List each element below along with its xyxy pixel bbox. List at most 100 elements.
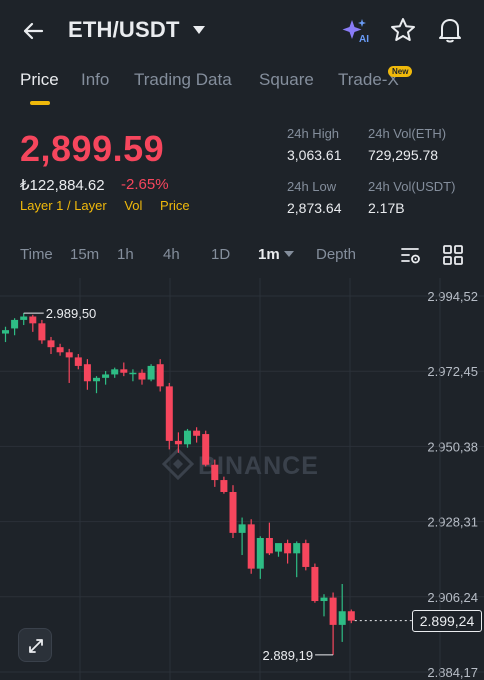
caret-down-icon[interactable]	[284, 250, 294, 258]
candle	[147, 364, 155, 382]
tab-info[interactable]: Info	[81, 70, 109, 90]
candle	[2, 326, 9, 343]
candle-body	[65, 352, 73, 358]
candle-body	[20, 316, 28, 320]
candle	[93, 376, 100, 394]
candle	[174, 432, 182, 453]
top-bar: ETH/USDT AI	[0, 0, 484, 62]
low-marker-label: 2.889,19	[262, 648, 313, 663]
caret-down-icon[interactable]	[192, 24, 206, 36]
fullscreen-button[interactable]	[18, 628, 52, 662]
candle-body	[156, 364, 164, 387]
tab-price[interactable]: Price	[20, 70, 59, 90]
candlestick-chart[interactable]: 2.994,52 2.972,45 2.950,38 2.928,31 2.906,24…	[0, 278, 484, 680]
interval-time[interactable]: Time	[20, 246, 53, 263]
y-tick-label: 2.906,24	[427, 590, 478, 605]
candle	[247, 519, 255, 574]
high-marker-label: 2.989,50	[46, 306, 97, 321]
candle-body	[238, 524, 246, 533]
candle	[347, 609, 355, 624]
candle	[202, 430, 210, 467]
interval-1m[interactable]: 1m	[258, 246, 280, 263]
candle	[284, 539, 292, 564]
candle	[102, 371, 110, 385]
star-icon[interactable]	[390, 17, 416, 43]
stat-value: 3,063.61	[287, 147, 342, 163]
candle	[11, 318, 19, 336]
current-price-tag: 2.899,24	[412, 609, 482, 632]
tag-vol[interactable]: Vol	[124, 198, 142, 213]
binance-watermark: BINANCE	[161, 447, 318, 481]
candle	[165, 382, 173, 450]
candle	[329, 592, 337, 655]
interval-1h[interactable]: 1h	[117, 246, 134, 263]
indicator-settings-icon[interactable]	[400, 244, 422, 266]
candle-body	[202, 434, 210, 465]
tag-price[interactable]: Price	[160, 198, 190, 213]
tab-square[interactable]: Square	[259, 70, 314, 90]
candle	[320, 594, 328, 617]
candle-body	[265, 537, 273, 554]
candle-body	[111, 369, 119, 375]
y-tick-label: 2.928,31	[427, 515, 478, 530]
candle-body	[311, 566, 319, 602]
candle-body	[129, 372, 137, 375]
candle-body	[120, 369, 128, 373]
tag-category[interactable]: Layer 1 / Layer	[20, 198, 107, 213]
y-tick-label: 2.884,17	[427, 665, 478, 680]
back-arrow-icon[interactable]	[18, 16, 48, 46]
candle	[184, 428, 191, 448]
candle-body	[193, 430, 201, 436]
expand-icon	[29, 639, 43, 653]
ai-label: AI	[359, 34, 369, 44]
candle-body	[347, 611, 355, 621]
stat-value: 2,873.64	[287, 200, 342, 216]
candle	[256, 536, 264, 579]
candle	[302, 539, 310, 571]
active-tab-indicator	[30, 101, 50, 105]
tab-trading-data[interactable]: Trading Data	[134, 70, 232, 90]
candle-body	[102, 374, 110, 378]
interval-15m[interactable]: 15m	[70, 246, 99, 263]
candle	[265, 522, 273, 556]
y-tick-label: 2.972,45	[427, 364, 478, 379]
candle-body	[256, 537, 264, 569]
candle	[293, 541, 301, 578]
candle-body	[184, 430, 191, 445]
candle-body	[11, 319, 19, 329]
candle	[47, 336, 55, 354]
candle	[338, 583, 346, 642]
interval-depth[interactable]: Depth	[316, 246, 356, 263]
candle-body	[229, 491, 237, 533]
candle-body	[247, 524, 255, 569]
interval-4h[interactable]: 4h	[163, 246, 180, 263]
candle	[238, 517, 246, 556]
candle	[275, 543, 282, 557]
detail-tabs: Price Info Trading Data Square Trade-X N…	[0, 66, 484, 110]
last-price: 2,899.59	[20, 128, 165, 169]
candle-body	[93, 377, 100, 382]
stat-24h-vol-usdt: 24h Vol(USDT) 2.17B	[368, 179, 455, 216]
layout-grid-icon[interactable]	[442, 244, 464, 266]
candle-body	[275, 543, 282, 552]
candle-body	[29, 316, 37, 324]
candle	[20, 313, 28, 326]
price-change-percent: -2.65%	[121, 176, 169, 193]
candle	[29, 314, 37, 332]
candle-body	[165, 386, 173, 441]
interval-1d[interactable]: 1D	[211, 246, 230, 263]
candle-body	[38, 323, 46, 341]
ai-sparkle-icon[interactable]: AI	[342, 18, 372, 44]
stat-label: 24h Vol(ETH)	[368, 126, 447, 141]
trading-pair-selector[interactable]: ETH/USDT	[68, 17, 180, 43]
candle	[65, 348, 73, 383]
candle-body	[284, 543, 292, 554]
interval-bar: Time 15m 1h 4h 1D 1m Depth	[0, 240, 484, 270]
stat-24h-vol-eth: 24h Vol(ETH) 729,295.78	[368, 126, 446, 163]
candle	[74, 353, 82, 370]
candle-body	[329, 597, 337, 625]
bell-icon[interactable]	[437, 16, 463, 44]
candle	[111, 367, 119, 378]
stat-label: 24h High	[287, 126, 340, 141]
candle	[38, 319, 46, 344]
